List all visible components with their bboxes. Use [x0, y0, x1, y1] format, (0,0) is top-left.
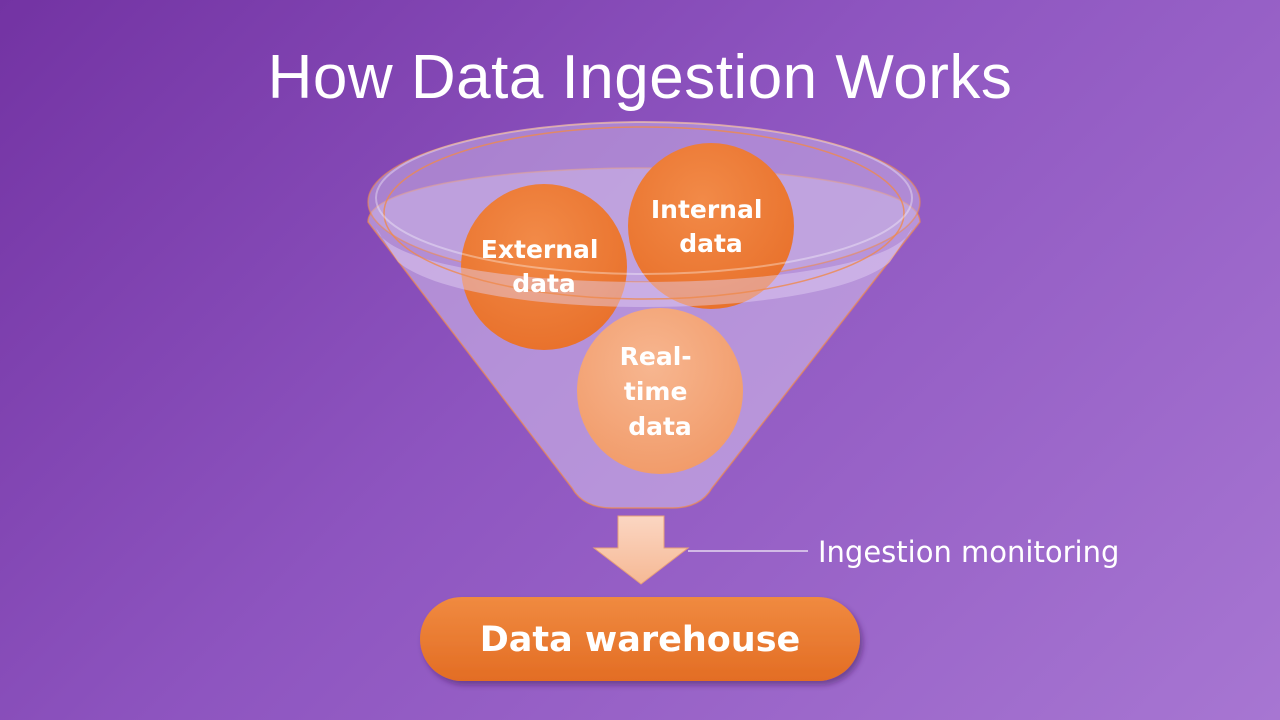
data-warehouse-label: Data warehouse [480, 620, 801, 660]
down-arrow-icon [592, 515, 690, 585]
bubble-external-data [461, 184, 627, 350]
ingestion-diagram: Internal data External data Real- time d… [367, 121, 1119, 681]
realtime-data-label: Real- time data [620, 342, 701, 441]
ingestion-monitoring-label: Ingestion monitoring [818, 535, 1119, 569]
slide: How Data Ingestion Works Internal data E… [0, 0, 1280, 720]
